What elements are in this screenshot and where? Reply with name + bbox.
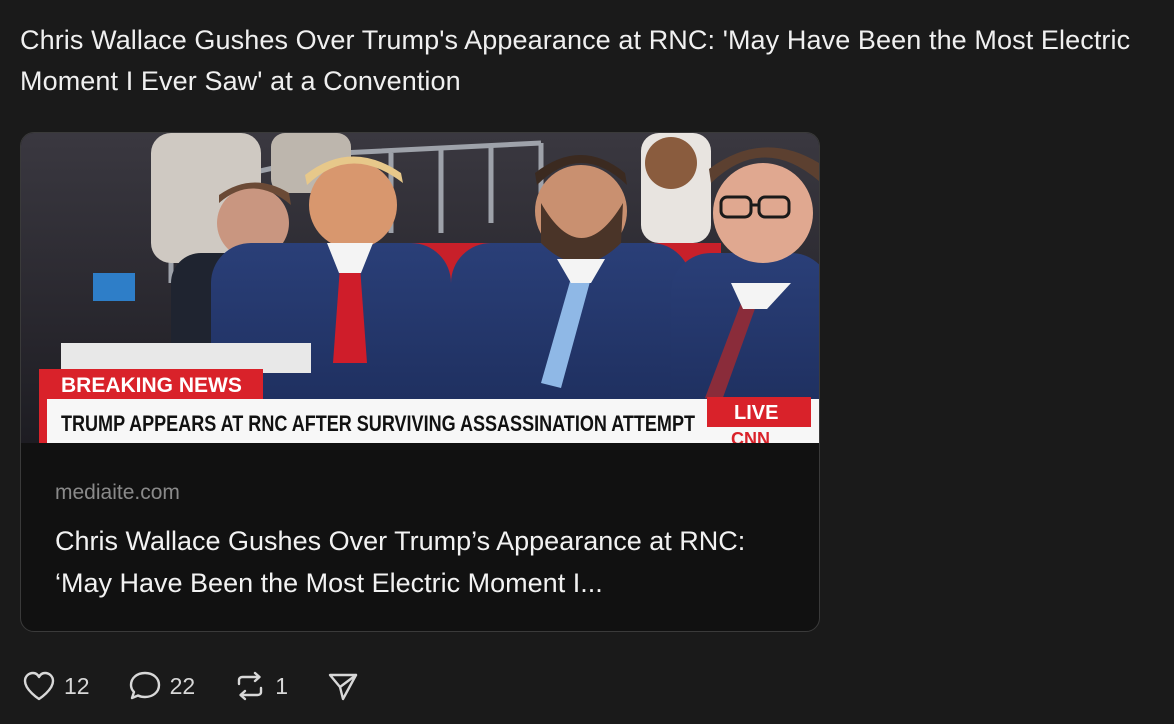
heart-icon <box>22 671 56 701</box>
chyron-label: BREAKING NEWS <box>61 374 242 397</box>
post: Chris Wallace Gushes Over Trump's Appear… <box>0 0 1174 724</box>
chyron-headline: TRUMP APPEARS AT RNC AFTER SURVIVING ASS… <box>61 411 695 436</box>
link-card-domain: mediaite.com <box>55 481 180 504</box>
live-badge: LIVE <box>734 402 778 424</box>
network-logo: CNN <box>731 429 770 443</box>
comment-icon <box>128 670 162 702</box>
restack-icon <box>233 670 267 702</box>
comment-count: 22 <box>169 672 196 699</box>
like-count: 12 <box>64 672 90 699</box>
share-button[interactable] <box>326 670 360 702</box>
like-button[interactable]: 12 <box>22 671 90 701</box>
restack-button[interactable]: 1 <box>233 670 288 702</box>
share-icon <box>326 670 360 702</box>
link-card-image[interactable]: BREAKING NEWS TRUMP APPEARS AT RNC AFTER… <box>21 133 819 443</box>
link-card[interactable]: BREAKING NEWS TRUMP APPEARS AT RNC AFTER… <box>20 132 820 632</box>
restack-count: 1 <box>275 672 288 699</box>
action-bar: 12 22 1 <box>22 666 398 706</box>
link-card-title[interactable]: Chris Wallace Gushes Over Trump’s Appear… <box>55 520 795 604</box>
comment-button[interactable]: 22 <box>128 670 196 702</box>
post-text: Chris Wallace Gushes Over Trump's Appear… <box>20 25 1131 96</box>
